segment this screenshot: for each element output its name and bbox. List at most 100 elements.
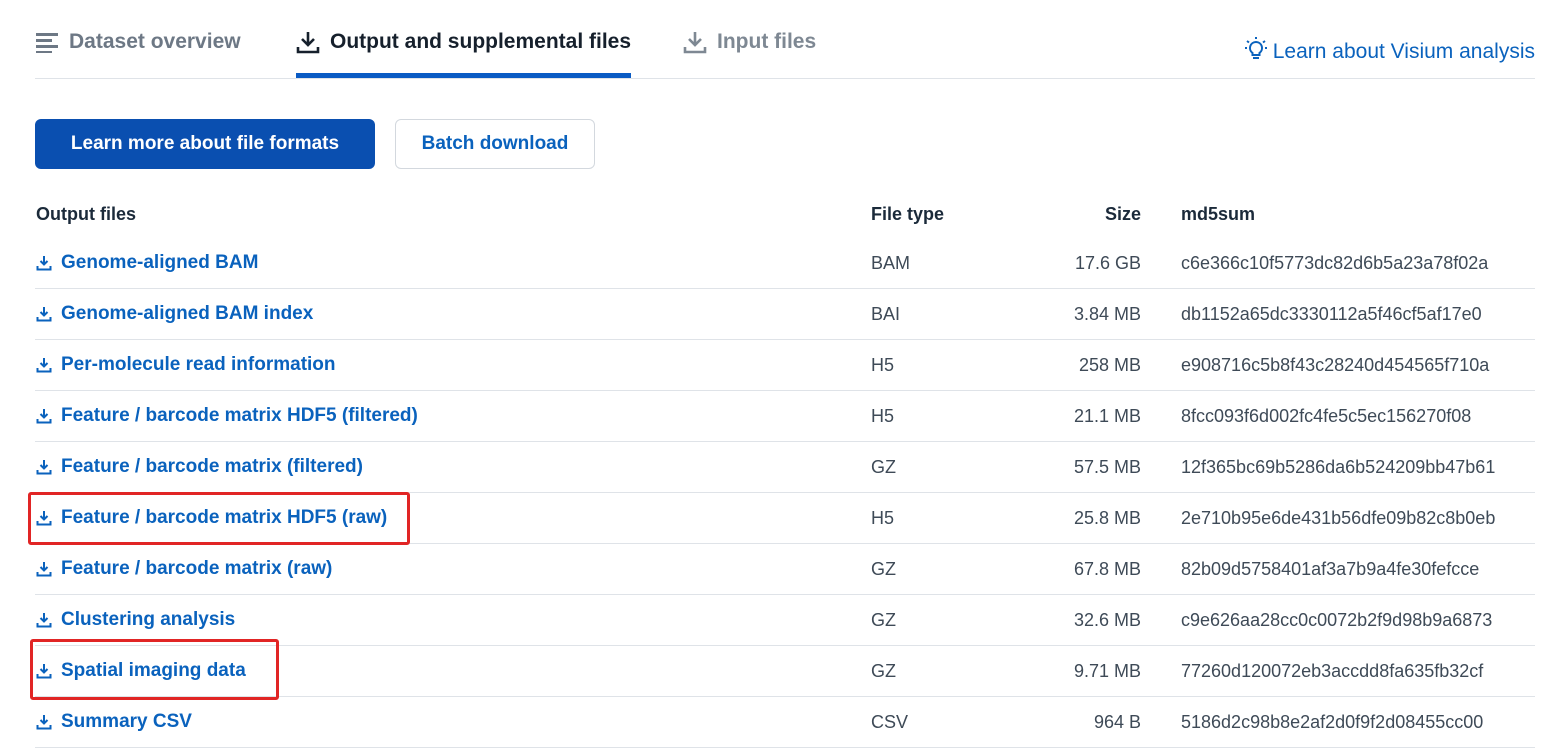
output-files-table: Output files File type Size md5sum Genom… <box>35 190 1535 748</box>
table-row: Feature / barcode matrix (raw) GZ 67.8 MB 8… <box>35 544 1535 595</box>
file-type: GZ <box>871 609 896 630</box>
table-row: Feature / barcode matrix HDF5 (filtered)… <box>35 391 1535 442</box>
download-icon <box>36 459 52 475</box>
file-name: Feature / barcode matrix (raw) <box>61 558 333 579</box>
md5sum: 5186d2c98b8e2af2d0f9f2d08455cc00 <box>1181 711 1484 732</box>
download-icon <box>296 30 320 54</box>
file-download-link[interactable]: Spatial imaging data <box>36 660 246 682</box>
download-icon <box>36 612 52 628</box>
tab-label: Input files <box>717 30 817 53</box>
file-name: Genome-aligned BAM index <box>61 303 314 324</box>
tab-input-files[interactable]: Input files <box>683 30 816 78</box>
file-name-cell: Feature / barcode matrix HDF5 (raw) <box>35 507 871 529</box>
file-name: Summary CSV <box>61 711 192 732</box>
md5sum: 8fcc093f6d002fc4fe5c5ec156270f08 <box>1181 405 1472 426</box>
download-icon <box>36 408 52 424</box>
file-size: 25.8 MB <box>1073 507 1141 528</box>
md5sum: c9e626aa28cc0c0072b2f9d98b9a6873 <box>1181 609 1493 630</box>
file-name-cell: Feature / barcode matrix (raw) <box>35 558 871 580</box>
file-name: Feature / barcode matrix (filtered) <box>61 456 363 477</box>
md5sum: 2e710b95e6de431b56dfe09b82c8b0eb <box>1181 507 1496 528</box>
table-row: Genome-aligned BAM BAM 17.6 GB c6e366c10f57… <box>35 238 1535 289</box>
tab-output-files[interactable]: Output and supplemental files <box>296 30 632 78</box>
learn-file-formats-button[interactable]: Learn more about file formats <box>35 119 375 169</box>
file-name-cell: Genome-aligned BAM index <box>35 303 871 325</box>
file-download-link[interactable]: Feature / barcode matrix (raw) <box>36 558 332 580</box>
table-body: Genome-aligned BAM BAM 17.6 GB c6e366c10f57… <box>35 238 1535 748</box>
file-download-link[interactable]: Feature / barcode matrix HDF5 (raw) <box>36 507 387 529</box>
download-icon <box>36 255 52 271</box>
file-name: Spatial imaging data <box>61 660 246 681</box>
download-icon <box>36 306 52 322</box>
table-row: Per-molecule read information H5 258 MB e90… <box>35 340 1535 391</box>
tab-bar: Dataset overview Output and supplemental… <box>35 0 1535 79</box>
file-download-link[interactable]: Genome-aligned BAM index <box>36 303 313 325</box>
file-type: BAI <box>871 303 901 324</box>
download-icon <box>36 714 52 730</box>
download-icon <box>36 357 52 373</box>
table-row: Spatial imaging data GZ 9.71 MB 77260d12007… <box>35 646 1535 697</box>
file-type: GZ <box>871 558 896 579</box>
md5sum: c6e366c10f5773dc82d6b5a23a78f02a <box>1181 252 1489 273</box>
download-icon <box>36 561 52 577</box>
file-name-cell: Summary CSV <box>35 711 871 733</box>
file-size: 67.8 MB <box>1073 558 1141 579</box>
learn-link-label: Learn about Visium analysis <box>1272 40 1535 63</box>
file-name-cell: Feature / barcode matrix (filtered) <box>35 456 871 478</box>
file-type: BAM <box>871 252 911 273</box>
file-type: GZ <box>871 456 896 477</box>
file-size: 57.5 MB <box>1073 456 1141 477</box>
download-icon <box>36 663 52 679</box>
file-download-link[interactable]: Clustering analysis <box>36 609 235 631</box>
file-type: H5 <box>871 354 895 375</box>
file-name: Feature / barcode matrix HDF5 (raw) <box>61 507 388 528</box>
header-file-type: File type <box>871 203 945 224</box>
batch-download-button[interactable]: Batch download <box>395 119 595 169</box>
file-name: Clustering analysis <box>61 609 236 630</box>
table-row: Genome-aligned BAM index BAI 3.84 MB db1152… <box>35 289 1535 340</box>
file-name-cell: Genome-aligned BAM <box>35 252 871 274</box>
file-name: Genome-aligned BAM <box>61 252 259 273</box>
table-row: Feature / barcode matrix HDF5 (raw) H5 25.… <box>35 493 1535 544</box>
table-row: Summary CSV CSV 964 B 5186d2c98b8e2af2d0f9f… <box>35 697 1535 748</box>
header-size: Size <box>1104 203 1141 224</box>
file-size: 32.6 MB <box>1073 609 1141 630</box>
header-output-files: Output files <box>36 203 136 224</box>
lightbulb-icon <box>1244 37 1267 67</box>
file-size: 3.84 MB <box>1073 303 1141 324</box>
table-row: Clustering analysis GZ 32.6 MB c9e626aa28cc… <box>35 595 1535 646</box>
tab-dataset-overview[interactable]: Dataset overview <box>35 30 241 78</box>
table-header: Output files File type Size md5sum <box>35 190 1535 238</box>
md5sum: 12f365bc69b5286da6b524209bb47b61 <box>1181 456 1496 477</box>
file-size: 964 B <box>1093 711 1141 732</box>
file-download-link[interactable]: Per-molecule read information <box>36 354 336 376</box>
tab-label: Dataset overview <box>69 30 241 53</box>
download-icon <box>36 510 52 526</box>
file-size: 17.6 GB <box>1074 252 1141 273</box>
download-icon <box>683 30 707 54</box>
file-download-link[interactable]: Summary CSV <box>36 711 192 733</box>
file-name-cell: Spatial imaging data <box>35 660 871 682</box>
table-row: Feature / barcode matrix (filtered) GZ 57.… <box>35 442 1535 493</box>
file-type: GZ <box>871 660 896 681</box>
file-type: CSV <box>871 711 909 732</box>
file-type: H5 <box>871 405 895 426</box>
file-download-link[interactable]: Feature / barcode matrix HDF5 (filtered) <box>36 405 418 427</box>
file-download-link[interactable]: Genome-aligned BAM <box>36 252 258 274</box>
header-md5sum: md5sum <box>1181 203 1256 224</box>
file-name: Feature / barcode matrix HDF5 (filtered) <box>61 405 418 426</box>
tab-label: Output and supplemental files <box>330 30 632 53</box>
md5sum: 82b09d5758401af3a7b9a4fe30fefcce <box>1181 558 1480 579</box>
file-name-cell: Per-molecule read information <box>35 354 871 376</box>
learn-visium-link[interactable]: Learn about Visium analysis <box>1244 37 1535 67</box>
file-size: 258 MB <box>1078 354 1141 375</box>
md5sum: 77260d120072eb3accdd8fa635fb32cf <box>1181 660 1484 681</box>
md5sum: db1152a65dc3330112a5f46cf5af17e0 <box>1181 303 1482 324</box>
list-icon <box>35 30 59 54</box>
file-type: H5 <box>871 507 895 528</box>
file-name: Per-molecule read information <box>61 354 336 375</box>
file-name-cell: Clustering analysis <box>35 609 871 631</box>
file-name-cell: Feature / barcode matrix HDF5 (filtered) <box>35 405 871 427</box>
file-size: 9.71 MB <box>1073 660 1141 681</box>
file-download-link[interactable]: Feature / barcode matrix (filtered) <box>36 456 363 478</box>
